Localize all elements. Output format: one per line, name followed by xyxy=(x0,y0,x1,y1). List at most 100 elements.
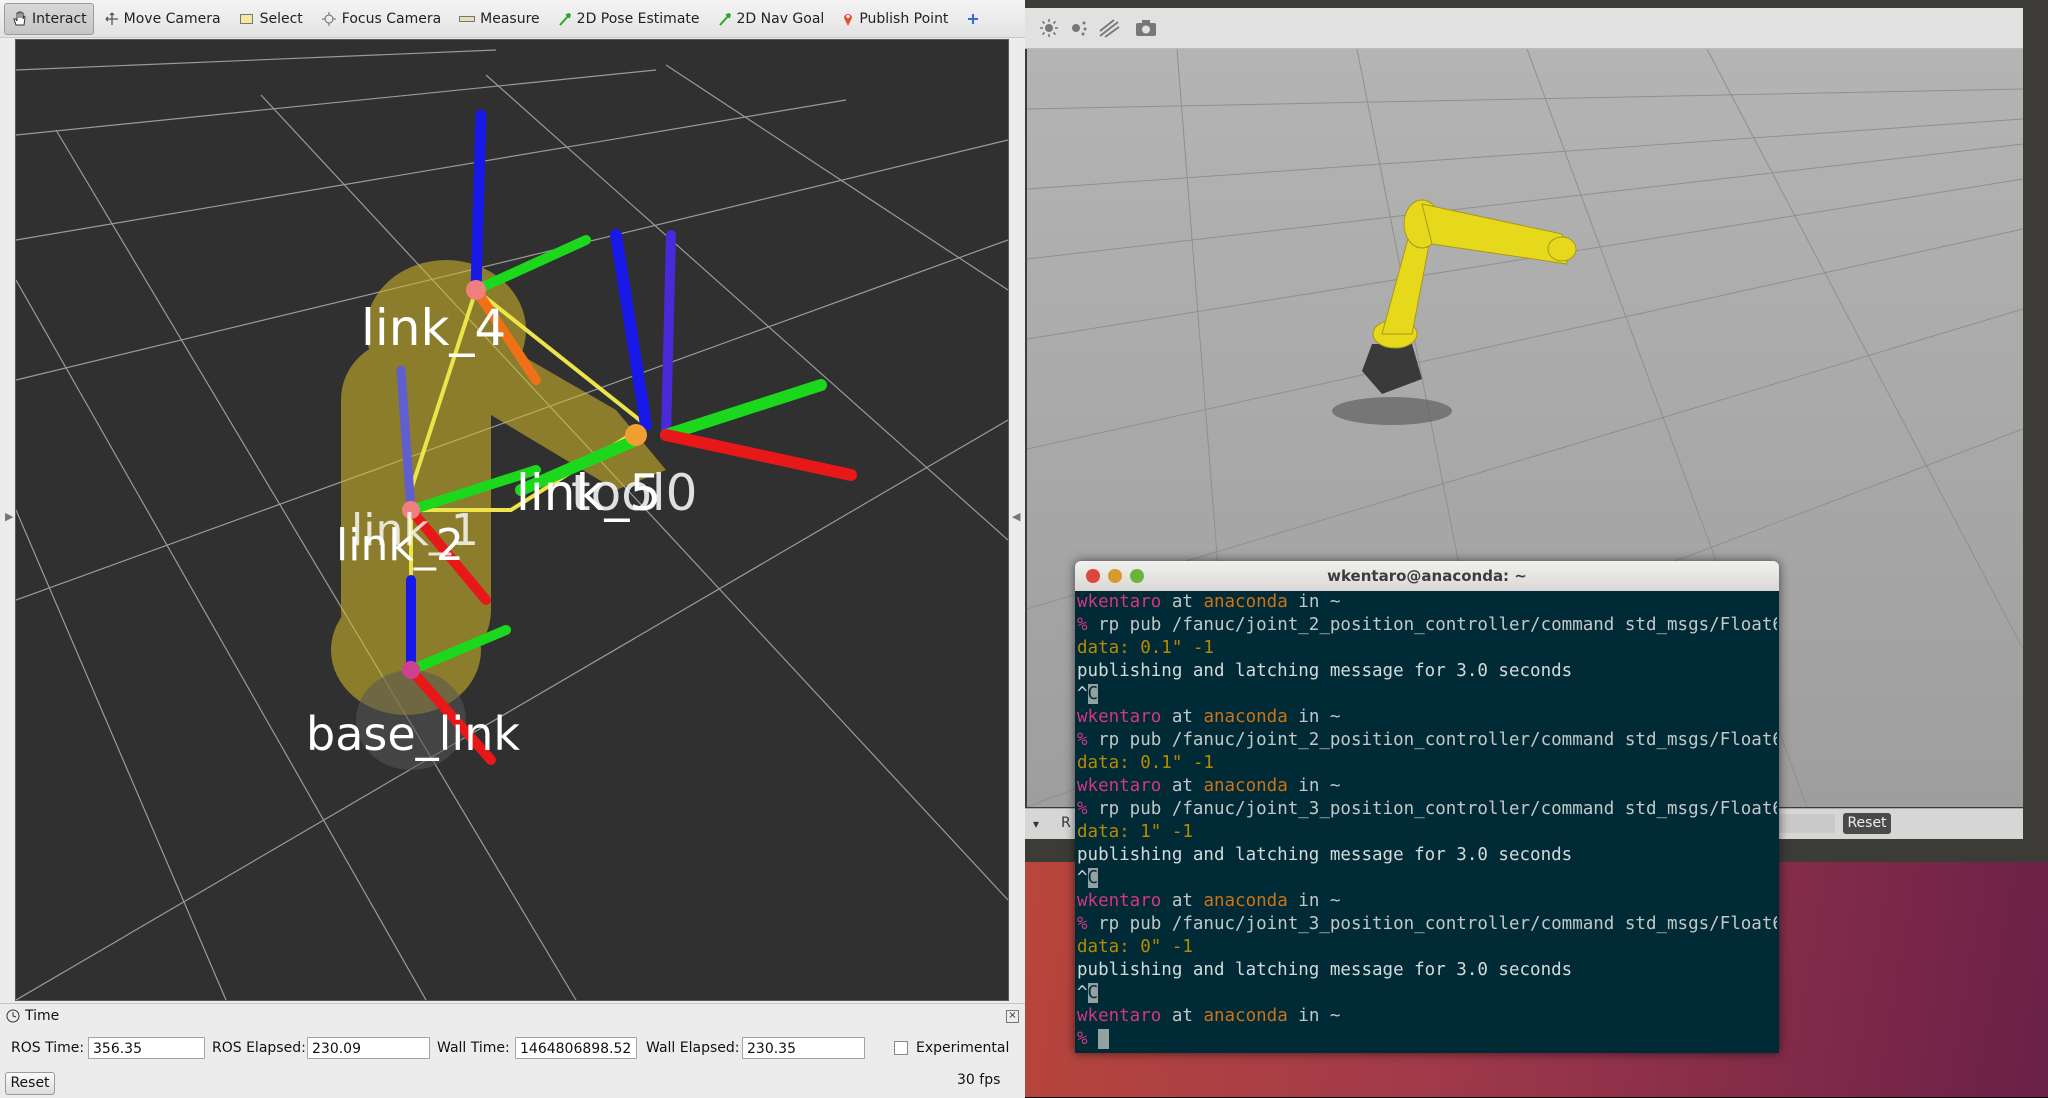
output-line: publishing and latching message for 3.0 … xyxy=(1077,959,1777,982)
prompt-user: wkentaro xyxy=(1077,707,1162,727)
command-line: % rp pub /fanuc/joint_2_position_control… xyxy=(1077,729,1777,752)
focus-camera-tool[interactable]: Focus Camera xyxy=(314,3,448,35)
nav-goal-label: 2D Nav Goal xyxy=(736,10,825,27)
move-camera-icon xyxy=(105,12,118,25)
ros-time-field[interactable]: 356.35 xyxy=(88,1037,205,1059)
interrupt-key: C xyxy=(1087,983,1099,1003)
gazebo-bottom-arrow-icon[interactable]: ▾ xyxy=(1033,817,1039,831)
prompt-header-line: wkentaro at anaconda in ~ xyxy=(1077,775,1777,798)
measure-label: Measure xyxy=(480,10,540,27)
prompt-host: anaconda xyxy=(1203,1006,1288,1026)
prompt-host: anaconda xyxy=(1203,776,1288,796)
gazebo-bottom-partial-label: R xyxy=(1061,815,1071,831)
sun-light-icon[interactable] xyxy=(1039,18,1059,38)
publish-point-tool[interactable]: Publish Point xyxy=(835,3,955,35)
interrupt-line: ^C xyxy=(1077,683,1777,706)
wall-time-field[interactable]: 1464806898.52 xyxy=(515,1037,637,1059)
plus-icon xyxy=(968,13,979,24)
select-label: Select xyxy=(259,10,303,27)
prompt-at: at xyxy=(1161,1006,1204,1026)
prompt-dir: in ~ xyxy=(1287,776,1341,796)
move-camera-label: Move Camera xyxy=(123,10,221,27)
gazebo-reset-button[interactable]: Reset xyxy=(1843,813,1891,834)
command-output: publishing and latching message for 3.0 … xyxy=(1077,845,1573,865)
prompt-header-line: wkentaro at anaconda in ~ xyxy=(1077,706,1777,729)
spot-light-icon[interactable] xyxy=(1098,18,1120,38)
ros-elapsed-label: ROS Elapsed: xyxy=(212,1040,306,1056)
rviz-reset-button[interactable]: Reset xyxy=(5,1072,55,1095)
nav-goal-tool[interactable]: 2D Nav Goal xyxy=(711,3,832,35)
command-output: publishing and latching message for 3.0 … xyxy=(1077,661,1573,681)
command-text: rp pub /fanuc/joint_3_position_controlle… xyxy=(1098,799,1777,819)
ros-elapsed-field[interactable]: 230.09 xyxy=(307,1037,430,1059)
active-prompt-line: % xyxy=(1077,1028,1777,1051)
prompt-symbol: % xyxy=(1077,615,1099,635)
rviz-3d-viewport[interactable]: link_4 link_5 tool0 link_2 link_1 base_l… xyxy=(15,39,1009,1001)
interact-tool[interactable]: Interact xyxy=(4,2,94,35)
move-camera-tool[interactable]: Move Camera xyxy=(98,3,228,35)
prompt-host: anaconda xyxy=(1203,592,1288,612)
prompt-dir: in ~ xyxy=(1287,891,1341,911)
prompt-header-line: wkentaro at anaconda in ~ xyxy=(1077,890,1777,913)
wall-elapsed-field[interactable]: 230.35 xyxy=(742,1037,865,1059)
command-continuation-line: data: 0" -1 xyxy=(1077,936,1777,959)
prompt-user: wkentaro xyxy=(1077,592,1162,612)
minimize-window-icon[interactable] xyxy=(1108,569,1122,583)
terminal-body[interactable]: wkentaro at anaconda in ~% rp pub /fanuc… xyxy=(1075,591,1779,1053)
maximize-window-icon[interactable] xyxy=(1130,569,1144,583)
hand-icon xyxy=(13,11,26,25)
fps-readout: 30 fps xyxy=(957,1072,1001,1088)
close-window-icon[interactable] xyxy=(1086,569,1100,583)
prompt-header-line: wkentaro at anaconda in ~ xyxy=(1077,591,1777,614)
interrupt-line: ^C xyxy=(1077,867,1777,890)
right-dock-arrow-icon[interactable]: ◀ xyxy=(1012,510,1020,523)
terminal-window[interactable]: wkentaro@anaconda: ~ wkentaro at anacond… xyxy=(1075,561,1779,1053)
prompt-at: at xyxy=(1161,776,1204,796)
left-dock-arrow-icon[interactable]: ▶ xyxy=(5,510,13,523)
prompt-at: at xyxy=(1161,592,1204,612)
green-arrow-icon xyxy=(558,12,571,26)
measure-tool[interactable]: Measure xyxy=(452,3,547,35)
terminal-titlebar[interactable]: wkentaro@anaconda: ~ xyxy=(1075,561,1779,591)
output-line: publishing and latching message for 3.0 … xyxy=(1077,844,1777,867)
command-continuation: data: 0" -1 xyxy=(1077,937,1193,957)
time-panel-title: Time xyxy=(25,1008,60,1024)
add-tool-button[interactable] xyxy=(959,3,992,35)
interact-label: Interact xyxy=(32,10,87,27)
ros-time-label: ROS Time: xyxy=(11,1040,85,1056)
prompt-host: anaconda xyxy=(1203,707,1288,727)
pose-estimate-label: 2D Pose Estimate xyxy=(576,10,700,27)
rviz-toolbar: Interact Move Camera Select Focus Camera… xyxy=(0,0,1058,38)
close-panel-icon[interactable]: × xyxy=(1006,1010,1019,1023)
experimental-checkbox[interactable] xyxy=(894,1041,908,1055)
camera-screenshot-icon[interactable] xyxy=(1135,18,1157,38)
prompt-symbol: % xyxy=(1077,914,1099,934)
output-line: publishing and latching message for 3.0 … xyxy=(1077,660,1777,683)
select-tool[interactable]: Select xyxy=(232,3,310,35)
focus-camera-label: Focus Camera xyxy=(341,10,442,27)
clock-icon xyxy=(6,1009,20,1023)
pose-estimate-tool[interactable]: 2D Pose Estimate xyxy=(551,3,707,35)
robot-shadow xyxy=(1332,397,1452,425)
publish-point-label: Publish Point xyxy=(859,10,949,27)
command-continuation: data: 0.1" -1 xyxy=(1077,753,1214,773)
terminal-title: wkentaro@anaconda: ~ xyxy=(1327,567,1527,585)
prompt-dir: in ~ xyxy=(1287,592,1341,612)
wall-time-label: Wall Time: xyxy=(437,1040,510,1056)
ruler-icon xyxy=(459,15,476,22)
command-continuation-line: data: 0.1" -1 xyxy=(1077,637,1777,660)
wall-elapsed-label: Wall Elapsed: xyxy=(646,1040,740,1056)
interrupt-caret: ^ xyxy=(1077,983,1088,1003)
command-continuation: data: 0.1" -1 xyxy=(1077,638,1214,658)
prompt-dir: in ~ xyxy=(1287,1006,1341,1026)
rviz-scene: link_4 link_5 tool0 link_2 link_1 base_l… xyxy=(16,40,1008,1000)
prompt-at: at xyxy=(1161,707,1204,727)
point-light-icon[interactable] xyxy=(1068,18,1088,38)
interrupt-caret: ^ xyxy=(1077,684,1088,704)
command-line: % rp pub /fanuc/joint_3_position_control… xyxy=(1077,913,1777,936)
experimental-label: Experimental xyxy=(916,1040,1010,1056)
interrupt-line: ^C xyxy=(1077,982,1777,1005)
green-arrow-icon xyxy=(718,12,731,26)
command-continuation-line: data: 1" -1 xyxy=(1077,821,1777,844)
time-panel: Time × ROS Time: 356.35 ROS Elapsed: 230… xyxy=(0,1003,1025,1098)
